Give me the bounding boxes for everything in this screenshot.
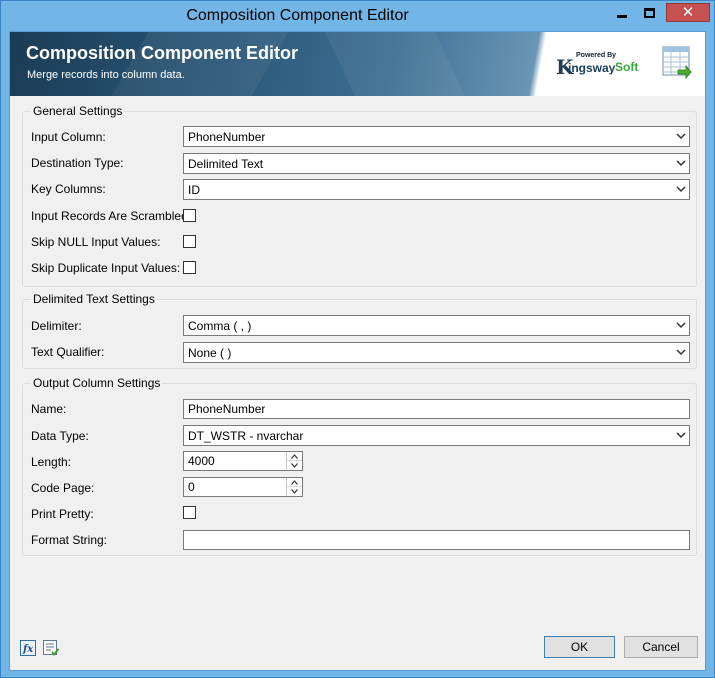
svg-text:fx: fx <box>22 644 34 655</box>
destination-type-dropdown[interactable]: Delimited Text <box>183 153 690 174</box>
code-page-increment-button[interactable] <box>287 478 302 487</box>
destination-type-label: Destination Type: <box>31 156 124 170</box>
text-qualifier-dropdown[interactable]: None ( ) <box>183 342 690 363</box>
chevron-down-icon <box>676 432 686 439</box>
chevron-down-icon <box>676 349 686 356</box>
input-column-label: Input Column: <box>31 130 106 144</box>
code-page-input[interactable] <box>184 478 286 496</box>
name-field[interactable] <box>183 399 690 419</box>
dialog-client-area: Composition Component Editor Merge recor… <box>9 31 706 671</box>
chevron-down-icon <box>676 186 686 193</box>
cancel-button[interactable]: Cancel <box>624 636 698 658</box>
key-columns-label: Key Columns: <box>31 182 106 196</box>
format-string-input[interactable] <box>184 531 689 549</box>
logo-powered-by: Powered By <box>576 52 617 59</box>
skip-duplicate-label: Skip Duplicate Input Values: <box>31 261 181 275</box>
code-page-label: Code Page: <box>31 481 95 495</box>
delimiter-value: Comma ( , ) <box>188 319 252 333</box>
component-grid-icon <box>662 46 692 80</box>
validate-list-icon[interactable] <box>43 640 59 656</box>
logo-soft: Soft <box>615 60 639 74</box>
input-records-scrambled-label: Input Records Are Scrambled: <box>31 209 192 223</box>
skip-null-label: Skip NULL Input Values: <box>31 235 161 249</box>
minimize-icon <box>617 15 627 18</box>
ok-button[interactable]: OK <box>544 636 615 658</box>
general-settings-title: General Settings <box>31 104 125 118</box>
format-string-field[interactable] <box>183 530 690 550</box>
chevron-up-icon <box>291 453 298 459</box>
window-title: Composition Component Editor <box>186 7 409 24</box>
name-input[interactable] <box>184 400 689 418</box>
length-input[interactable] <box>184 452 286 470</box>
dialog-window: Composition Component Editor ✕ Compositi… <box>0 0 715 678</box>
skip-null-checkbox[interactable] <box>183 235 196 248</box>
text-qualifier-label: Text Qualifier: <box>31 345 105 359</box>
chevron-up-icon <box>291 479 298 485</box>
print-pretty-checkbox[interactable] <box>183 506 196 519</box>
banner-decoration <box>111 32 289 96</box>
code-page-spin-buttons <box>286 478 302 496</box>
code-page-stepper[interactable] <box>183 477 303 497</box>
data-type-label: Data Type: <box>31 429 89 443</box>
length-increment-button[interactable] <box>287 452 302 461</box>
print-pretty-label: Print Pretty: <box>31 507 94 521</box>
title-bar[interactable]: Composition Component Editor ✕ <box>1 1 714 31</box>
banner-title: Composition Component Editor <box>26 43 298 63</box>
expression-fx-icon[interactable]: fx <box>20 640 36 656</box>
close-button[interactable]: ✕ <box>666 3 710 22</box>
name-label: Name: <box>31 402 67 416</box>
maximize-icon <box>644 7 655 18</box>
format-string-label: Format String: <box>31 533 108 547</box>
kingswaysoft-logo: Powered By K ingsway Soft <box>556 52 646 79</box>
close-icon: ✕ <box>681 4 695 21</box>
chevron-down-icon <box>676 133 686 140</box>
output-column-settings-title: Output Column Settings <box>31 376 163 390</box>
input-column-value: PhoneNumber <box>188 130 266 144</box>
key-columns-value: ID <box>188 183 200 197</box>
input-records-scrambled-checkbox[interactable] <box>183 209 196 222</box>
length-stepper[interactable] <box>183 451 303 471</box>
data-type-value: DT_WSTR - nvarchar <box>188 429 304 443</box>
banner-decoration <box>325 32 465 96</box>
header-banner: Composition Component Editor Merge recor… <box>10 32 705 96</box>
length-label: Length: <box>31 455 72 469</box>
minimize-button[interactable] <box>610 3 634 22</box>
destination-type-value: Delimited Text <box>188 157 264 171</box>
chevron-down-icon <box>676 322 686 329</box>
delimiter-dropdown[interactable]: Comma ( , ) <box>183 315 690 336</box>
code-page-decrement-button[interactable] <box>287 487 302 496</box>
chevron-down-icon <box>676 160 686 167</box>
delimited-text-settings-title: Delimited Text Settings <box>31 292 157 306</box>
length-decrement-button[interactable] <box>287 461 302 470</box>
chevron-down-icon <box>291 463 298 468</box>
data-type-dropdown[interactable]: DT_WSTR - nvarchar <box>183 425 690 446</box>
skip-duplicate-checkbox[interactable] <box>183 261 196 274</box>
key-columns-dropdown[interactable]: ID <box>183 179 690 200</box>
text-qualifier-value: None ( ) <box>188 346 232 360</box>
logo-ingsway: ingsway <box>568 61 616 75</box>
delimiter-label: Delimiter: <box>31 319 82 333</box>
input-column-dropdown[interactable]: PhoneNumber <box>183 126 690 147</box>
length-spin-buttons <box>286 452 302 470</box>
maximize-button[interactable] <box>636 3 663 22</box>
chevron-down-icon <box>291 489 298 494</box>
banner-subtitle: Merge records into column data. <box>27 69 185 81</box>
